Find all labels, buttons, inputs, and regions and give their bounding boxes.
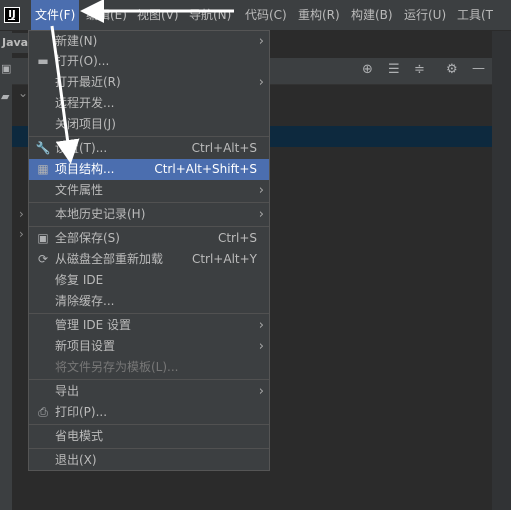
annotation-arrows — [50, 0, 234, 164]
arrow-to-project-structure — [50, 25, 80, 164]
